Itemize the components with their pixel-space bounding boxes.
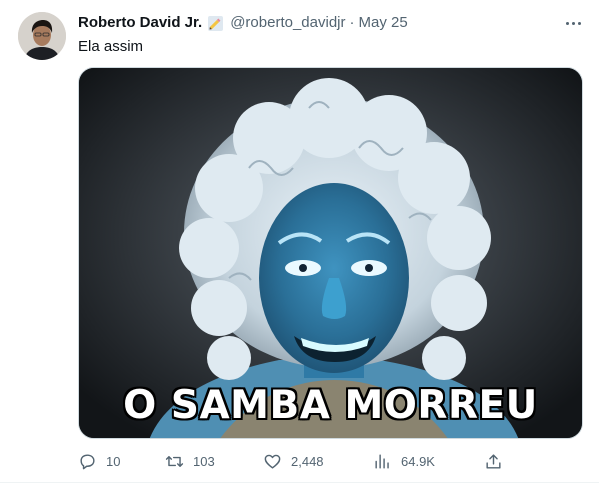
retweet-count: 103 (193, 453, 215, 469)
avatar[interactable] (18, 12, 66, 60)
tweet-header: Roberto David Jr. @roberto_davidjr · May… (78, 13, 585, 33)
media-caption: O SAMBA MORREU (123, 383, 538, 428)
tweet-text: Ela assim (78, 38, 144, 55)
like-button[interactable]: 2,448 (263, 450, 324, 472)
views-count: 64.9K (401, 453, 435, 469)
retweet-button[interactable]: 103 (165, 450, 215, 472)
share-button[interactable] (484, 450, 503, 472)
author-handle[interactable]: @roberto_davidjr (230, 13, 345, 33)
views-icon (375, 453, 389, 469)
tweet-date[interactable]: May 25 (359, 13, 408, 33)
share-icon (486, 453, 501, 469)
reply-button[interactable]: 10 (78, 450, 120, 472)
retweet-icon (165, 455, 184, 467)
like-count: 2,448 (291, 453, 324, 469)
tweet-actions: 10 103 2,448 64.9K (78, 450, 508, 472)
tweet-media-image[interactable]: O SAMBA MORREU (78, 67, 583, 439)
like-icon (264, 454, 281, 469)
author-name[interactable]: Roberto David Jr. (78, 13, 202, 33)
more-icon[interactable] (561, 13, 585, 33)
header-separator: · (349, 14, 355, 31)
tweet[interactable]: Roberto David Jr. @roberto_davidjr · May… (0, 0, 599, 483)
reply-icon (80, 453, 95, 469)
pencil-emoji-icon (207, 15, 224, 32)
reply-count: 10 (106, 453, 121, 469)
views-button[interactable]: 64.9K (373, 450, 435, 472)
